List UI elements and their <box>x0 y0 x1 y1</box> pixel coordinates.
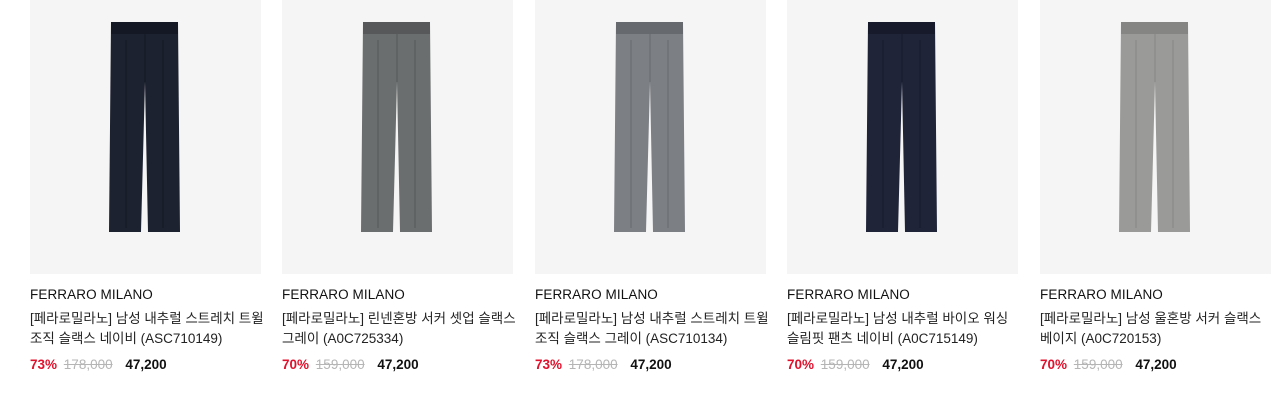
product-brand: FERRARO MILANO <box>1040 287 1163 302</box>
pants-image <box>614 22 685 232</box>
sale-price: 47,200 <box>630 357 672 372</box>
product-prices: 73% 178,000 47,200 <box>30 356 261 374</box>
product-name[interactable]: [페라로밀라노] 남성 내추럴 스트레치 트윌 조직 슬랙스 네이비 (ASC7… <box>30 309 266 349</box>
discount-rate: 73% <box>535 357 563 372</box>
product-card[interactable]: FERRARO MILANO [페라로밀라노] 남성 내추럴 스트레치 트윌 조… <box>30 0 264 374</box>
discount-rate: 73% <box>30 357 58 372</box>
product-grid: FERRARO MILANO [페라로밀라노] 남성 내추럴 스트레치 트윌 조… <box>0 0 1274 400</box>
product-brand: FERRARO MILANO <box>787 287 910 302</box>
product-card[interactable]: FERRARO MILANO [페라로밀라노] 남성 내추럴 스트레치 트윌 조… <box>535 0 769 374</box>
original-price: 159,000 <box>315 357 365 372</box>
product-image[interactable] <box>535 0 766 274</box>
pants-image <box>361 22 432 232</box>
product-image[interactable] <box>30 0 261 274</box>
pants-image <box>1119 22 1190 232</box>
original-price: 178,000 <box>63 357 113 372</box>
product-name[interactable]: [페라로밀라노] 남성 내추럴 바이오 워싱 슬림핏 팬츠 네이비 (A0C71… <box>787 309 1023 349</box>
product-prices: 70% 159,000 47,200 <box>787 356 1018 374</box>
product-brand: FERRARO MILANO <box>282 287 405 302</box>
original-price: 178,000 <box>568 357 618 372</box>
product-image[interactable] <box>787 0 1018 274</box>
sale-price: 47,200 <box>882 357 924 372</box>
product-prices: 73% 178,000 47,200 <box>535 356 766 374</box>
product-prices: 70% 159,000 47,200 <box>1040 356 1271 374</box>
product-image[interactable] <box>1040 0 1271 274</box>
product-brand: FERRARO MILANO <box>535 287 658 302</box>
discount-rate: 70% <box>1040 357 1068 372</box>
product-card[interactable]: FERRARO MILANO [페라로밀라노] 린넨혼방 서커 셋업 슬랙스 그… <box>282 0 516 374</box>
product-image[interactable] <box>282 0 513 274</box>
product-card[interactable]: FERRARO MILANO [페라로밀라노] 남성 울혼방 서커 슬랙스 베이… <box>1040 0 1271 374</box>
product-card[interactable]: FERRARO MILANO [페라로밀라노] 남성 내추럴 바이오 워싱 슬림… <box>787 0 1018 374</box>
discount-rate: 70% <box>787 357 815 372</box>
sale-price: 47,200 <box>125 357 167 372</box>
discount-rate: 70% <box>282 357 310 372</box>
original-price: 159,000 <box>1073 357 1123 372</box>
product-name[interactable]: [페라로밀라노] 남성 울혼방 서커 슬랙스 베이지 (A0C720153) <box>1040 309 1274 349</box>
product-name[interactable]: [페라로밀라노] 린넨혼방 서커 셋업 슬랙스 그레이 (A0C725334) <box>282 309 518 349</box>
original-price: 159,000 <box>820 357 870 372</box>
sale-price: 47,200 <box>1135 357 1177 372</box>
sale-price: 47,200 <box>377 357 419 372</box>
product-brand: FERRARO MILANO <box>30 287 153 302</box>
product-prices: 70% 159,000 47,200 <box>282 356 513 374</box>
pants-image <box>866 22 937 232</box>
pants-image <box>109 22 180 232</box>
product-name[interactable]: [페라로밀라노] 남성 내추럴 스트레치 트윌 조직 슬랙스 그레이 (ASC7… <box>535 309 771 349</box>
